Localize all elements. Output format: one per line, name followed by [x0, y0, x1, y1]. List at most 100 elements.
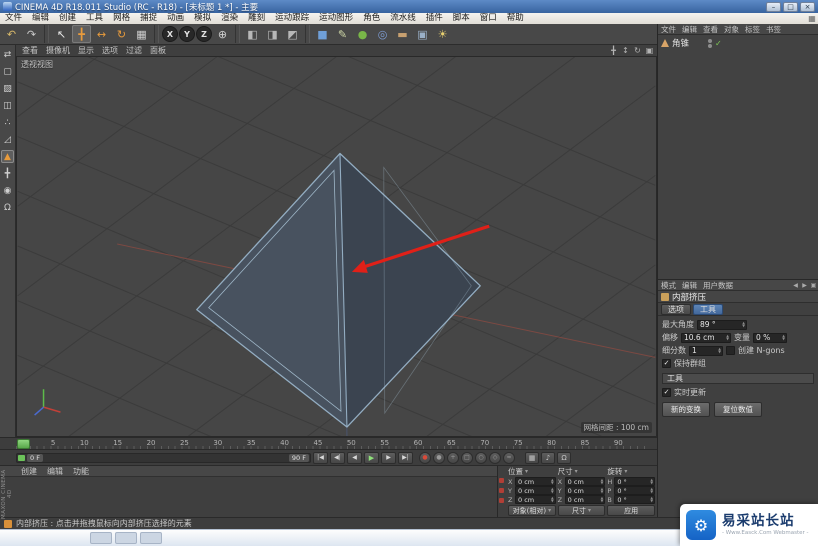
range-start-handle[interactable]: 0 F	[27, 453, 43, 462]
spinner[interactable]: ▲ ▼	[601, 496, 604, 503]
spinner[interactable]: ▲ ▼	[742, 321, 745, 328]
playhead[interactable]	[17, 439, 30, 449]
points-mode-icon[interactable]: ∴	[1, 116, 14, 129]
spinner[interactable]: ▲ ▼	[551, 496, 554, 503]
object-manager-menu-item[interactable]: 标签	[742, 24, 763, 35]
menu-item[interactable]: 流水线	[385, 13, 421, 24]
coordinate-input[interactable]: 0 cm ▲ ▼	[515, 495, 556, 504]
visibility-dots-icon[interactable]	[708, 38, 713, 48]
camera-icon[interactable]: ▣	[413, 25, 432, 43]
playback-mode-icon[interactable]: ▦	[525, 451, 539, 464]
lock-y-button[interactable]: Y	[179, 26, 195, 42]
minimize-button[interactable]: –	[766, 1, 781, 12]
next-frame-button[interactable]: ▶	[381, 451, 396, 464]
menu-item[interactable]: 网格	[108, 13, 135, 24]
menu-item[interactable]: 运动跟踪	[270, 13, 314, 24]
new-transform-button[interactable]: 新的变换	[662, 402, 710, 417]
viewport-menu-item[interactable]: 显示	[74, 45, 98, 56]
record-keyframe-button[interactable]: ●	[419, 451, 431, 464]
timeline-ruler[interactable]: 051015202530354045505560657075808590	[0, 437, 657, 449]
history-back-icon[interactable]: ◀	[791, 282, 800, 289]
spinner[interactable]: ▲ ▼	[601, 478, 604, 485]
object-manager-menu-item[interactable]: 书签	[763, 24, 784, 35]
offset-input[interactable]: 10.6 cm ▲ ▼	[681, 332, 731, 343]
deformer-icon[interactable]: ◎	[373, 25, 392, 43]
object-name[interactable]: 角锥	[672, 37, 689, 49]
edges-mode-icon[interactable]: ◿	[1, 133, 14, 146]
preserve-groups-checkbox[interactable]: ✓	[662, 359, 671, 368]
current-frame-marker[interactable]	[18, 454, 25, 461]
maximize-button[interactable]: □	[783, 1, 798, 12]
pyramid-object[interactable]	[196, 152, 481, 428]
menu-item[interactable]: 编辑	[27, 13, 54, 24]
attribute-tab[interactable]: 选项	[661, 303, 691, 315]
viewport-menu-item[interactable]: 查看	[18, 45, 42, 56]
record-pla-button[interactable]: ≈	[503, 451, 515, 464]
position-header[interactable]: 位置	[508, 466, 523, 477]
subdivision-input[interactable]: 1 ▲ ▼	[689, 345, 723, 356]
material-menu-item[interactable]: 编辑	[42, 466, 68, 477]
solo-icon[interactable]: ◉	[1, 184, 14, 197]
close-button[interactable]: ×	[800, 1, 815, 12]
spinner[interactable]: ▲ ▼	[718, 347, 721, 354]
coordinate-input[interactable]: 0 cm ▲ ▼	[515, 477, 556, 486]
menu-item[interactable]: 模拟	[189, 13, 216, 24]
material-menu-item[interactable]: 功能	[68, 466, 94, 477]
move-tool-icon[interactable]: ╋	[72, 25, 91, 43]
model-mode-icon[interactable]: ▢	[1, 65, 14, 78]
lock-icon[interactable]: ▣	[809, 282, 818, 289]
range-end-handle[interactable]: 90 F	[288, 453, 309, 462]
menu-item[interactable]: 脚本	[448, 13, 475, 24]
object-tree[interactable]: 角锥 ✓	[658, 35, 818, 280]
viewport-menu-item[interactable]: 过滤	[122, 45, 146, 56]
attribute-menu-item[interactable]: 编辑	[679, 280, 700, 291]
coordinate-system-icon[interactable]: ⊕	[213, 25, 232, 43]
menu-item[interactable]: 捕捉	[135, 13, 162, 24]
record-scale-button[interactable]: □	[461, 451, 473, 464]
rotate-tool-icon[interactable]: ↻	[112, 25, 131, 43]
live-selection-icon[interactable]: ↖	[52, 25, 71, 43]
prev-key-button[interactable]: ◀|	[330, 451, 345, 464]
object-mode-dropdown[interactable]: 对象(相对) ▾	[508, 505, 556, 516]
reset-values-button[interactable]: 复位数值	[714, 402, 762, 417]
record-parameter-button[interactable]: ◇	[489, 451, 501, 464]
size-mode-dropdown[interactable]: 尺寸 ▾	[557, 505, 606, 516]
coordinate-input[interactable]: 0 cm ▲ ▼	[564, 486, 606, 495]
object-manager-menu-item[interactable]: 查看	[700, 24, 721, 35]
coordinate-input[interactable]: 0 ° ▲ ▼	[614, 486, 656, 495]
spinner[interactable]: ▲ ▼	[551, 487, 554, 494]
menu-item[interactable]: 运动图形	[314, 13, 358, 24]
render-settings-icon[interactable]: ◩	[283, 25, 302, 43]
spinner[interactable]: ▲ ▼	[601, 487, 604, 494]
workplane-icon[interactable]: ◫	[1, 99, 14, 112]
ngons-checkbox[interactable]	[726, 346, 735, 355]
spinner[interactable]: ▲ ▼	[650, 487, 653, 494]
enabled-check-icon[interactable]: ✓	[715, 39, 722, 48]
menu-item[interactable]: 帮助	[502, 13, 529, 24]
titlebar[interactable]: CINEMA 4D R18.011 Studio (RC - R18) - [未…	[0, 0, 818, 13]
maximize-view-icon[interactable]: ▣	[644, 46, 655, 55]
polygons-mode-icon[interactable]: ▲	[1, 150, 14, 163]
goto-start-button[interactable]: |◀	[313, 451, 328, 464]
coordinate-input[interactable]: 0 cm ▲ ▼	[564, 477, 606, 486]
history-forward-icon[interactable]: ▶	[800, 282, 809, 289]
redo-icon[interactable]: ↷	[22, 25, 41, 43]
pen-spline-icon[interactable]: ✎	[333, 25, 352, 43]
light-icon[interactable]: ☀	[433, 25, 452, 43]
zoom-view-icon[interactable]: ↕	[620, 46, 631, 55]
realtime-update-checkbox[interactable]: ✓	[662, 388, 671, 397]
goto-end-button[interactable]: ▶|	[398, 451, 413, 464]
play-button[interactable]: ▶	[364, 451, 379, 464]
snap-icon[interactable]: Ω	[1, 201, 14, 214]
record-rotation-button[interactable]: ○	[475, 451, 487, 464]
coordinate-input[interactable]: 0 cm ▲ ▼	[564, 495, 606, 504]
menu-item[interactable]: 角色	[358, 13, 385, 24]
menu-item[interactable]: 雕刻	[243, 13, 270, 24]
spinner[interactable]: ▲ ▼	[726, 334, 729, 341]
lock-z-button[interactable]: Z	[196, 26, 212, 42]
record-position-button[interactable]: +	[447, 451, 459, 464]
menu-item[interactable]: 动画	[162, 13, 189, 24]
enable-axis-icon[interactable]: ╋	[1, 167, 14, 180]
autokey-button[interactable]: ●	[433, 451, 445, 464]
prev-frame-button[interactable]: ◀	[347, 451, 362, 464]
